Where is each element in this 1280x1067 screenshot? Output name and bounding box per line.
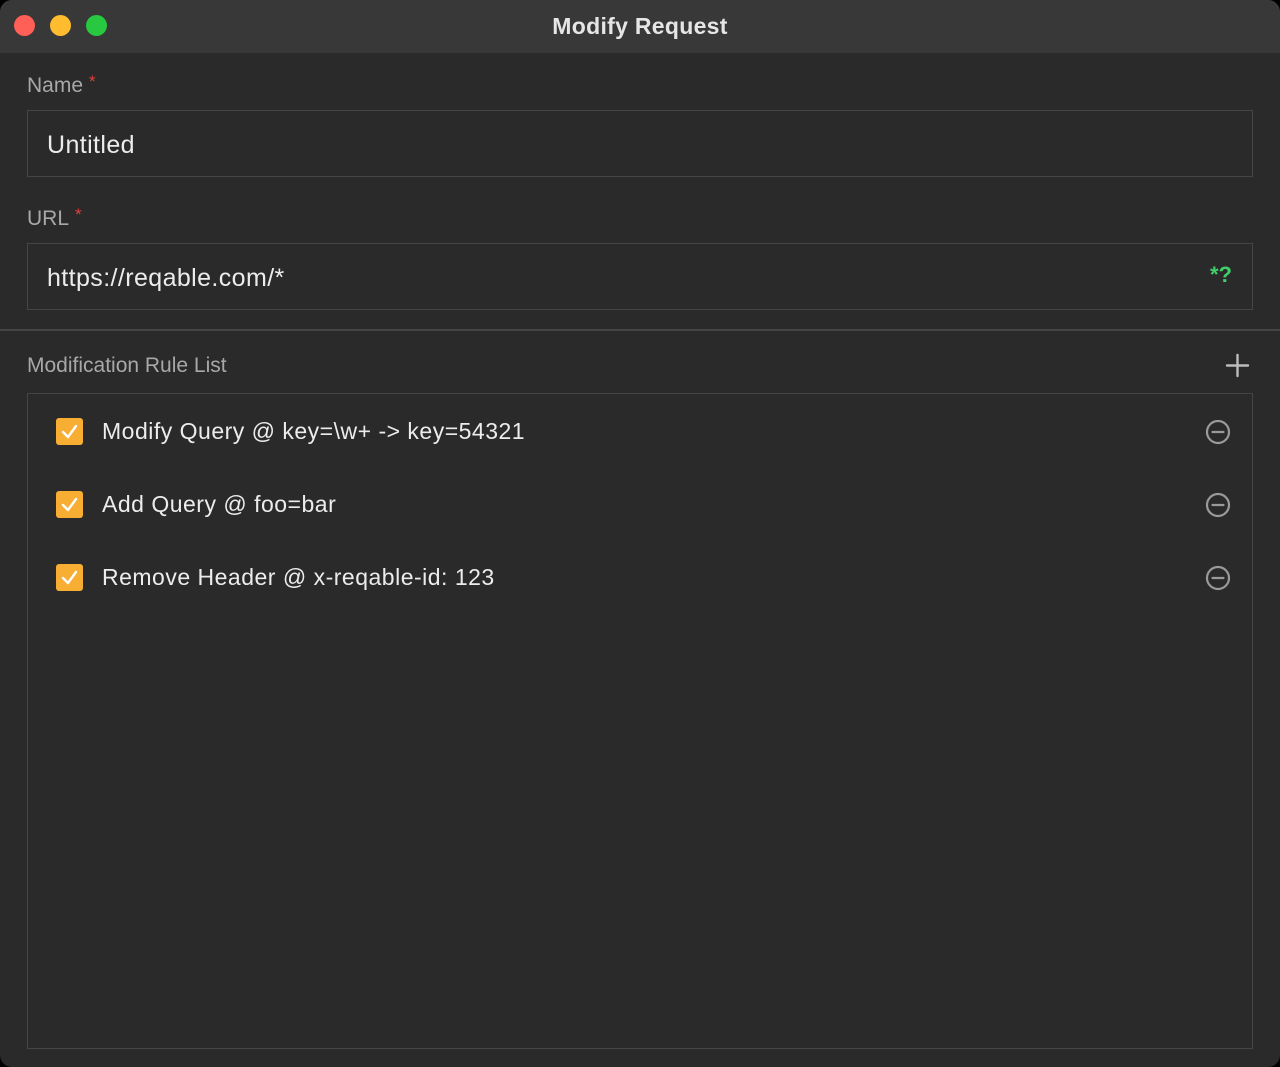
checkmark-icon: [61, 570, 78, 585]
minus-circle-icon: [1205, 565, 1231, 591]
rule-list-title: Modification Rule List: [27, 354, 227, 377]
window-title: Modify Request: [552, 13, 728, 39]
rule-label: Add Query @ foo=bar: [102, 491, 337, 517]
rule-label: Remove Header @ x-reqable-id: 123: [102, 564, 495, 590]
name-field-value: Untitled: [47, 131, 135, 159]
minus-circle-icon: [1205, 492, 1231, 518]
rule-list-panel: Modify Query @ key=\w+ -> key=54321 Add …: [27, 393, 1253, 1049]
rule-enabled-checkbox[interactable]: [56, 491, 83, 518]
rule-item[interactable]: Modify Query @ key=\w+ -> key=54321: [28, 412, 1251, 452]
url-required-marker: *: [75, 205, 82, 224]
remove-rule-button[interactable]: [1204, 564, 1232, 592]
add-rule-button[interactable]: [1224, 352, 1251, 379]
name-label: Name: [27, 74, 84, 97]
rule-item[interactable]: Add Query @ foo=bar: [28, 485, 1251, 525]
minus-circle-icon: [1205, 419, 1231, 445]
name-field[interactable]: Untitled: [27, 110, 1253, 177]
checkmark-icon: [61, 497, 78, 512]
rule-enabled-checkbox[interactable]: [56, 418, 83, 445]
rule-item[interactable]: Remove Header @ x-reqable-id: 123: [28, 558, 1251, 598]
url-label: URL: [27, 207, 70, 230]
url-label-row: URL *: [27, 205, 82, 231]
section-divider: [0, 329, 1280, 331]
rule-label: Modify Query @ key=\w+ -> key=54321: [102, 418, 526, 444]
regex-toggle-button[interactable]: *?: [1210, 262, 1232, 288]
remove-rule-button[interactable]: [1204, 491, 1232, 519]
name-required-marker: *: [89, 72, 96, 91]
checkmark-icon: [61, 424, 78, 439]
name-label-row: Name *: [27, 72, 96, 98]
title-bar[interactable]: Modify Request: [0, 0, 1280, 53]
modify-request-window: Modify Request Name * Untitled URL * https…: [0, 0, 1280, 1067]
plus-icon: [1225, 353, 1250, 378]
url-field-value: https://reqable.com/*: [47, 264, 285, 292]
url-field[interactable]: https://reqable.com/* *?: [27, 243, 1253, 310]
remove-rule-button[interactable]: [1204, 418, 1232, 446]
rule-enabled-checkbox[interactable]: [56, 564, 83, 591]
